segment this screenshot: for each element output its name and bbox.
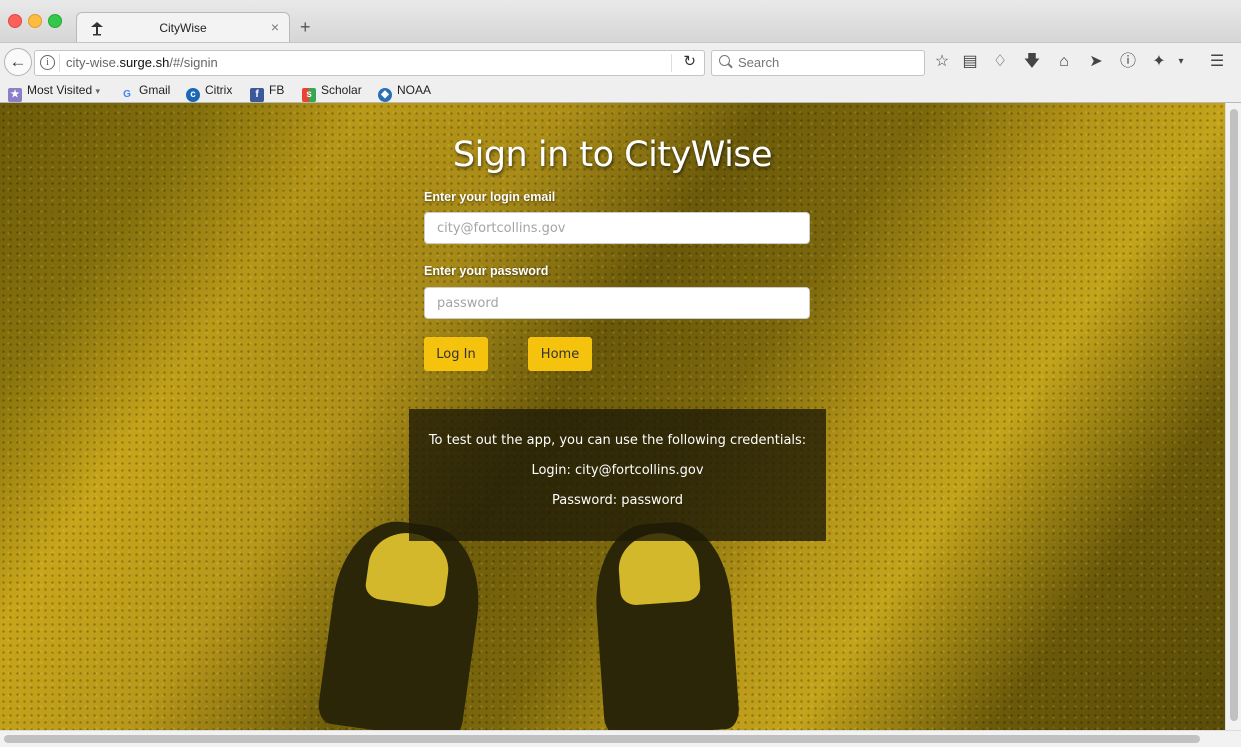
credentials-password: Password: password xyxy=(552,493,683,508)
window-titlebar: CityWise × + xyxy=(0,0,1241,43)
home-icon[interactable]: ⌂ xyxy=(1055,53,1073,71)
reload-divider xyxy=(671,54,672,72)
facebook-icon: f xyxy=(250,88,264,102)
email-field[interactable] xyxy=(424,212,810,244)
folder-icon: ★ xyxy=(8,88,22,102)
minimize-window-button[interactable] xyxy=(28,14,42,28)
citrix-icon: c xyxy=(186,88,200,102)
send-icon[interactable]: ➤ xyxy=(1087,53,1105,71)
tab-close-icon[interactable]: × xyxy=(271,19,279,35)
horizontal-scrollbar[interactable] xyxy=(0,730,1241,747)
back-arrow-icon: ← xyxy=(9,52,27,71)
bookmark-star-icon[interactable]: ☆ xyxy=(933,53,951,71)
extension-info-icon[interactable]: ⓘ xyxy=(1119,53,1137,71)
vertical-scroll-thumb[interactable] xyxy=(1230,109,1238,721)
search-icon xyxy=(719,55,730,66)
vertical-scrollbar[interactable] xyxy=(1225,103,1241,730)
pocket-icon[interactable]: ♢ xyxy=(991,53,1009,71)
reload-icon[interactable]: ↻ xyxy=(683,52,696,70)
navigation-toolbar: ← i city-wise.surge.sh/#/signin ↻ ☆ ▤ ♢ … xyxy=(0,42,1241,81)
site-info-icon[interactable]: i xyxy=(40,55,55,70)
noaa-icon: ◆ xyxy=(378,88,392,102)
bookmark-gmail[interactable]: G Gmail xyxy=(120,83,170,102)
home-button[interactable]: Home xyxy=(528,337,592,371)
extension-bird-icon[interactable]: ✦ xyxy=(1150,53,1168,71)
search-input[interactable] xyxy=(738,55,918,70)
browser-tab[interactable]: CityWise × xyxy=(76,12,290,43)
reading-list-icon[interactable]: ▤ xyxy=(961,53,979,71)
page-title: Sign in to CityWise xyxy=(452,135,773,175)
new-tab-button[interactable]: + xyxy=(300,17,311,38)
email-label: Enter your login email xyxy=(424,190,556,204)
zoom-window-button[interactable] xyxy=(48,14,62,28)
menu-hamburger-icon[interactable]: ☰ xyxy=(1208,53,1226,71)
url-text[interactable]: city-wise.surge.sh/#/signin xyxy=(66,55,218,70)
search-box[interactable] xyxy=(711,50,925,76)
bookmark-scholar[interactable]: s Scholar xyxy=(302,83,362,102)
password-label: Enter your password xyxy=(424,264,549,278)
password-field[interactable] xyxy=(424,287,810,319)
credentials-intro: To test out the app, you can use the fol… xyxy=(428,433,807,448)
google-icon: G xyxy=(123,89,131,100)
page-content: Sign in to CityWise Enter your login ema… xyxy=(0,103,1225,730)
bookmark-fb[interactable]: f FB xyxy=(250,83,284,102)
credentials-login: Login: city@fortcollins.gov xyxy=(531,463,704,478)
tab-title: CityWise xyxy=(159,21,207,35)
test-credentials-box: To test out the app, you can use the fol… xyxy=(409,409,826,541)
login-button[interactable]: Log In xyxy=(424,337,488,371)
bookmark-citrix[interactable]: c Citrix xyxy=(186,83,232,102)
address-bar[interactable]: i city-wise.surge.sh/#/signin ↻ xyxy=(34,50,705,76)
horizontal-scroll-thumb[interactable] xyxy=(4,735,1200,743)
back-button[interactable]: ← xyxy=(4,48,32,76)
url-divider xyxy=(59,54,60,72)
bookmarks-toolbar: ★ Most Visited ▾ G Gmail c Citrix f FB s Scho… xyxy=(0,80,1241,103)
scholar-icon: s xyxy=(302,88,316,102)
url-domain: surge.sh xyxy=(119,55,170,70)
downloads-icon[interactable]: 🡇 xyxy=(1023,53,1041,71)
bookmark-noaa[interactable]: ◆ NOAA xyxy=(378,83,431,102)
bookmark-most-visited[interactable]: ★ Most Visited ▾ xyxy=(8,83,100,102)
overflow-chevron-down-icon[interactable]: ▾ xyxy=(1172,53,1190,71)
chevron-down-icon: ▾ xyxy=(95,86,101,96)
close-window-button[interactable] xyxy=(8,14,22,28)
